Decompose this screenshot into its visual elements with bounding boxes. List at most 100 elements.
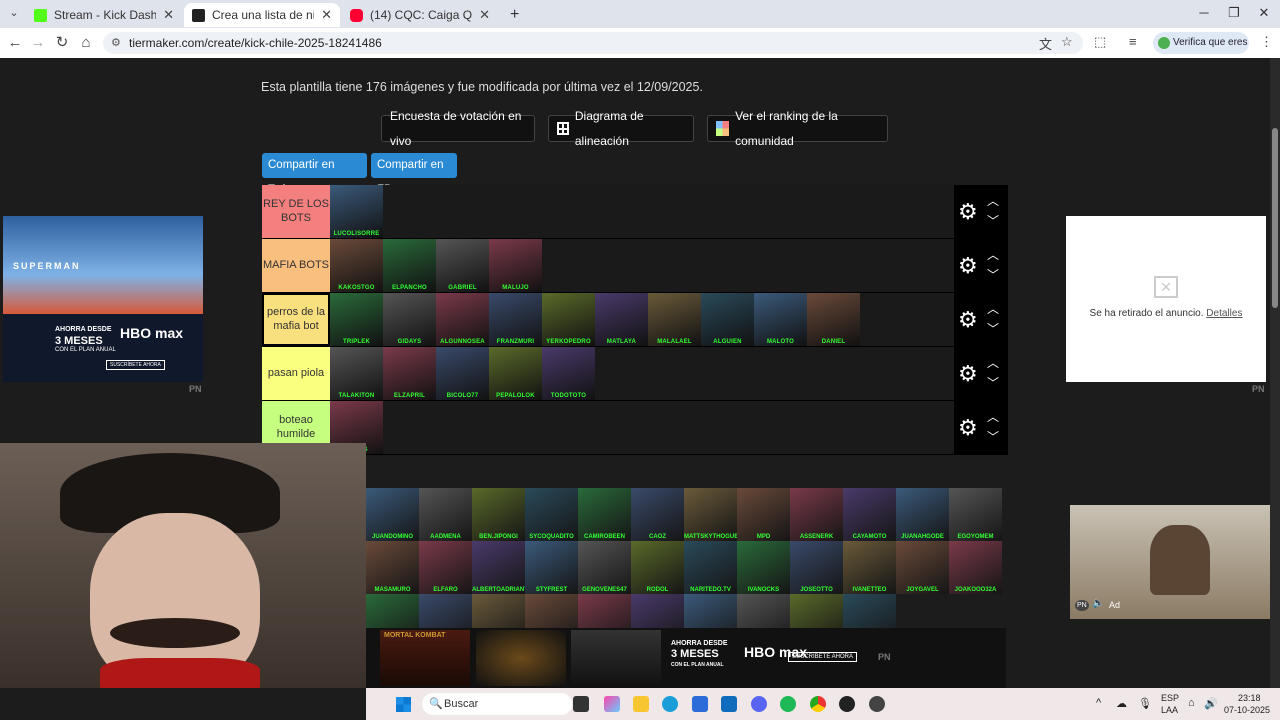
- pool-item[interactable]: [790, 594, 843, 628]
- tier-item[interactable]: MALALAEL: [648, 293, 701, 346]
- video-ad-player[interactable]: PN 🔈 Ad: [1070, 505, 1270, 619]
- tier-drop-zone[interactable]: KAKOSTGO ELPANCHO GABRIEL MALUJO: [330, 239, 954, 292]
- alignment-chart-button[interactable]: Diagrama de alineación: [548, 109, 694, 148]
- community-ranking-button[interactable]: Ver el ranking de la comunidad: [707, 109, 888, 148]
- tier-label[interactable]: pasan piola: [262, 347, 330, 400]
- tier-item[interactable]: DANIEL: [807, 293, 860, 346]
- gear-icon[interactable]: ⚙: [958, 307, 978, 333]
- pool-item[interactable]: GENOVENES47: [578, 541, 631, 594]
- close-tab-icon[interactable]: ✕: [479, 7, 490, 23]
- gear-icon[interactable]: ⚙: [958, 361, 978, 387]
- tier-item[interactable]: ELPANCHO: [383, 239, 436, 292]
- pool-item[interactable]: NIGGIRAJIATO: [737, 594, 790, 628]
- extensions-icon[interactable]: ⬚: [1094, 34, 1106, 50]
- chrome-icon[interactable]: [810, 696, 826, 712]
- store-icon[interactable]: [692, 696, 708, 712]
- pool-item[interactable]: [419, 594, 472, 628]
- tier-drop-zone[interactable]: TALAKITON ELZAPRIL BICOLO77 PEPALOLOK TODOTO…: [330, 347, 954, 400]
- pool-item[interactable]: IVANOCKS: [737, 541, 790, 594]
- pool-item[interactable]: [366, 594, 419, 628]
- bookmark-star-icon[interactable]: ☆: [1061, 34, 1073, 50]
- verify-identity-chip[interactable]: Verifica que eres tú: [1153, 32, 1249, 70]
- mortal-kombat-hbo-ad[interactable]: MORTAL KOMBAT AHORRA DESDE 3 MESES CON E…: [366, 628, 1006, 688]
- close-tab-icon[interactable]: ✕: [321, 7, 332, 23]
- translate-icon[interactable]: 文: [1039, 34, 1052, 53]
- app-icon[interactable]: [839, 696, 855, 712]
- reload-icon[interactable]: ↻: [52, 33, 72, 53]
- tier-item[interactable]: LUCOLISORRE: [330, 185, 383, 238]
- site-info-icon[interactable]: ⚙: [111, 32, 121, 54]
- network-icon[interactable]: ⌂: [1188, 697, 1195, 709]
- move-down-icon[interactable]: ﹀: [987, 374, 999, 391]
- edge-icon[interactable]: [662, 696, 678, 712]
- superman-hbo-ad[interactable]: SUPERMAN AHORRA DESDE 3 MESES CON EL PLA…: [3, 216, 203, 382]
- microphone-icon[interactable]: 🎙: [1138, 697, 1152, 710]
- ad-details-link[interactable]: Detalles: [1206, 308, 1242, 319]
- share-facebook-button[interactable]: Compartir en FB: [371, 153, 457, 196]
- media-control-icon[interactable]: ≡: [1129, 34, 1137, 49]
- pool-item[interactable]: [472, 594, 525, 628]
- tier-item[interactable]: FRANZMURI: [489, 293, 542, 346]
- language-line-2[interactable]: LAA: [1161, 705, 1178, 715]
- pool-item[interactable]: CAMIROBEEN: [578, 488, 631, 541]
- pool-item[interactable]: MATTSKYTHOGUEN: [684, 488, 737, 541]
- tier-label[interactable]: perros de la mafia bot: [262, 293, 330, 346]
- subscribe-cta[interactable]: SUSCRÍBETE AHORA: [106, 360, 165, 370]
- tier-item[interactable]: TALAKITON: [330, 347, 383, 400]
- new-tab-button[interactable]: +: [502, 3, 524, 27]
- pool-item[interactable]: SYCOQUADITO: [525, 488, 578, 541]
- pool-item[interactable]: JOYGAVEL: [896, 541, 949, 594]
- windows-start-icon[interactable]: [396, 697, 411, 712]
- address-bar[interactable]: ⚙ tiermaker.com/create/kick-chile-2025-1…: [103, 32, 1083, 54]
- tier-item[interactable]: MATLAYA: [595, 293, 648, 346]
- pool-item[interactable]: JUANAHGODE: [896, 488, 949, 541]
- task-view-icon[interactable]: [573, 696, 589, 712]
- tab-list-chevron-icon[interactable]: ⌄: [4, 3, 24, 23]
- move-up-icon[interactable]: ︿: [987, 354, 999, 371]
- pool-item[interactable]: ALBERTOADRIANTE: [472, 541, 525, 594]
- scrollbar-thumb[interactable]: [1272, 128, 1278, 308]
- pool-item[interactable]: JOAKOOO32A: [949, 541, 1002, 594]
- move-down-icon[interactable]: ﹀: [987, 320, 999, 337]
- menu-kebab-icon[interactable]: ⋮: [1260, 34, 1273, 50]
- share-twitter-button[interactable]: Compartir en Twitter: [262, 153, 367, 196]
- pool-item[interactable]: [578, 594, 631, 628]
- file-explorer-icon[interactable]: [633, 696, 649, 712]
- pool-item[interactable]: IVANETTEO: [843, 541, 896, 594]
- discord-icon[interactable]: [751, 696, 767, 712]
- pool-item[interactable]: NARITEDO.TV: [684, 541, 737, 594]
- tier-item[interactable]: KAKOSTGO: [330, 239, 383, 292]
- tier-item[interactable]: TRIPLEK: [330, 293, 383, 346]
- move-up-icon[interactable]: ︿: [987, 408, 999, 425]
- pool-item[interactable]: CAYAMOTO: [843, 488, 896, 541]
- tier-item[interactable]: MALUJO: [489, 239, 542, 292]
- forward-arrow-icon[interactable]: →: [28, 33, 48, 53]
- pool-item[interactable]: CAOZ: [631, 488, 684, 541]
- tab-tiermaker[interactable]: Crea una lista de niveles de "Ki ✕: [184, 3, 340, 27]
- spotify-icon[interactable]: [780, 696, 796, 712]
- pool-item[interactable]: EGOYOMEM: [949, 488, 1002, 541]
- restore-icon[interactable]: ❐: [1224, 4, 1244, 22]
- pool-item[interactable]: ASSENERK: [790, 488, 843, 541]
- tier-label[interactable]: MAFIA BOTS: [262, 239, 330, 292]
- pool-item[interactable]: MASAMURO: [366, 541, 419, 594]
- tier-drop-zone[interactable]: LOOKS: [330, 401, 954, 454]
- copilot-icon[interactable]: [604, 696, 620, 712]
- pool-item[interactable]: ROBANGEL: [843, 594, 896, 628]
- move-up-icon[interactable]: ︿: [987, 246, 999, 263]
- tier-drop-zone[interactable]: TRIPLEK GIDAYS ALGUNNOSEA FRANZMURI YERKOPED…: [330, 293, 954, 346]
- pool-item[interactable]: LUUKMALIK: [525, 594, 578, 628]
- tier-item[interactable]: PEPALOLOK: [489, 347, 542, 400]
- subscribe-cta[interactable]: SUSCRÍBETE AHORA: [788, 652, 858, 662]
- clock-date[interactable]: 07-10-2025: [1224, 705, 1270, 715]
- close-tab-icon[interactable]: ✕: [163, 7, 174, 23]
- tray-app-icon[interactable]: ☁: [1116, 697, 1127, 710]
- tier-item[interactable]: GIDAYS: [383, 293, 436, 346]
- tab-kick-dashboard[interactable]: Stream - Kick Dashboard ✕: [26, 3, 182, 27]
- move-down-icon[interactable]: ﹀: [987, 212, 999, 229]
- minimize-icon[interactable]: ─: [1194, 4, 1214, 22]
- gear-icon[interactable]: ⚙: [958, 199, 978, 225]
- close-window-icon[interactable]: ✕: [1254, 4, 1274, 22]
- move-up-icon[interactable]: ︿: [987, 300, 999, 317]
- pool-item[interactable]: STYFREST: [525, 541, 578, 594]
